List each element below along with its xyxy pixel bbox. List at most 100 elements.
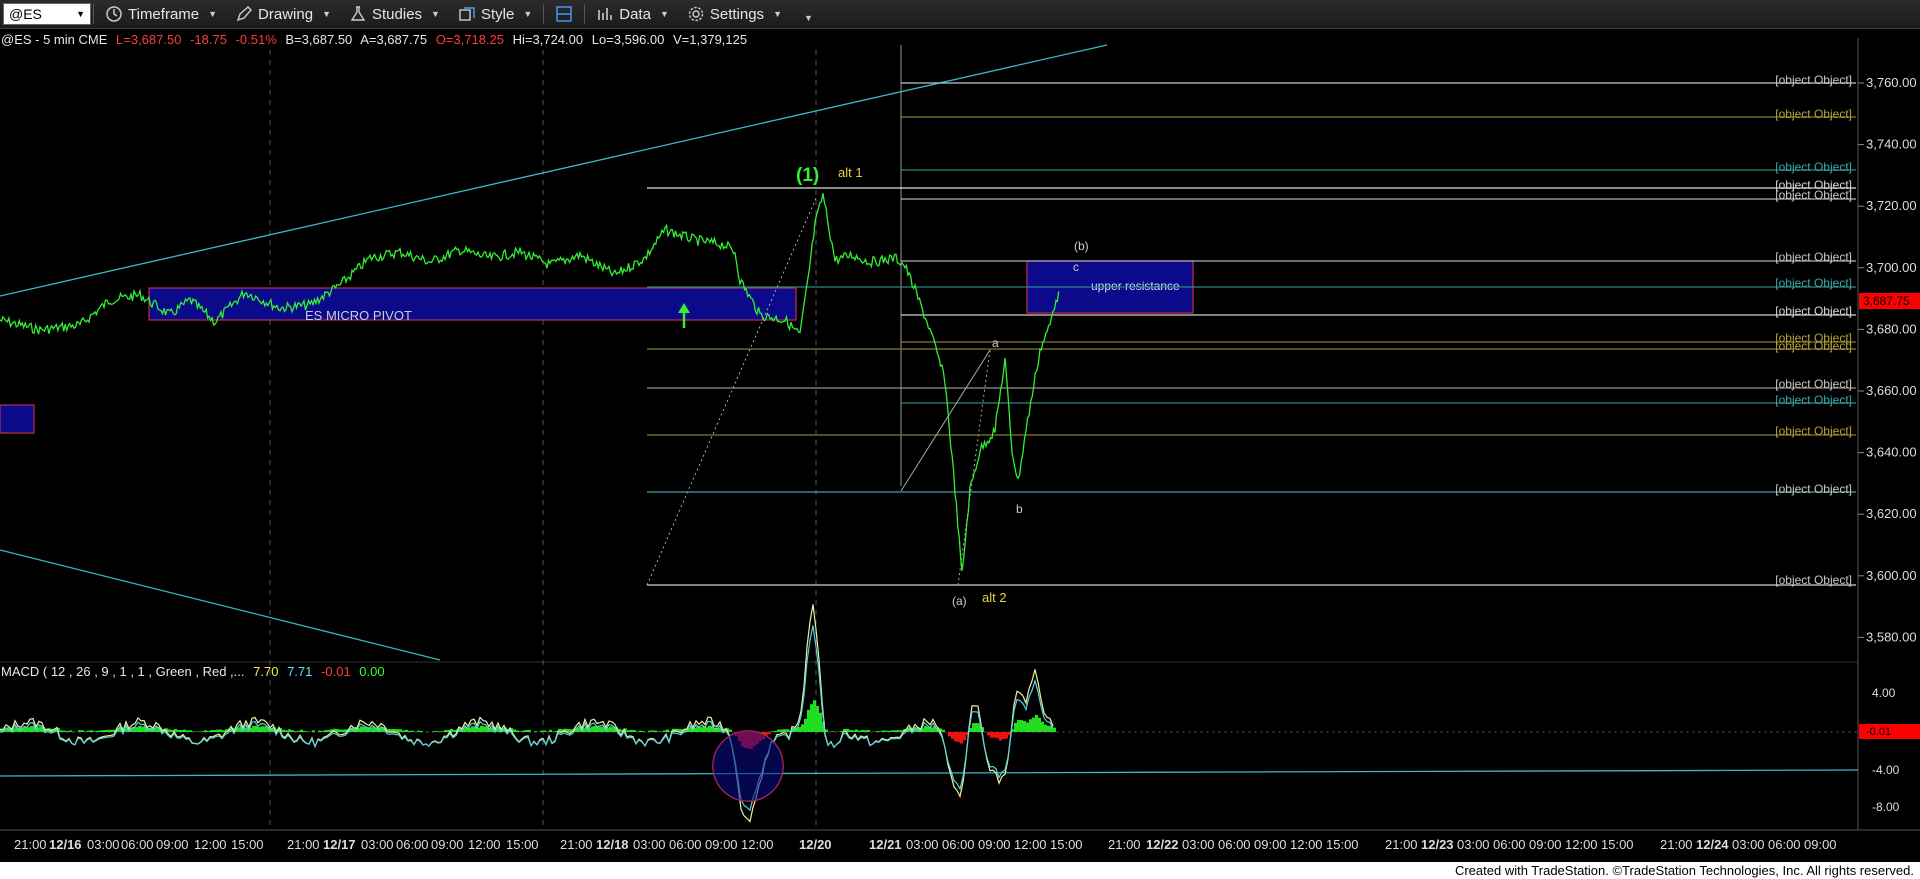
drawing-menu[interactable]: Drawing ▼ [226,0,340,29]
wave-b-label: b [1016,502,1023,516]
style-label: Style [480,5,515,23]
style-menu[interactable]: Style ▼ [449,0,541,29]
price-tick-label: 3,680.00 [1866,321,1917,336]
price-axis: 3,760.00 3,740.00 3,720.00 3,700.00 3,680.00… [1858,75,1917,644]
macd-line [0,604,1054,823]
time-tick-label: 12:00 [468,837,501,852]
time-axis: 21:00 12/16 03:00 06:00 09:00 12:00 15:00 21:00… [14,837,1837,852]
time-tick-label: 12/23 [1421,837,1454,852]
macd-title: MACD ( 12 , 26 , 9 , 1 , 1 , Green , Red… [1,664,245,679]
macd-value: 7.70 [253,664,279,679]
fibonacci-labels: [object Object] [object Object] [object Ob… [1775,73,1852,587]
settings-menu[interactable]: Settings ▼ [678,0,791,29]
time-tick-label: 15:00 [1601,837,1634,852]
caret-down-icon: ▼ [523,9,533,19]
time-tick-label: 12/16 [49,837,82,852]
time-tick-label: 06:00 [1768,837,1801,852]
time-tick-label: 12/21 [869,837,902,852]
layout-button[interactable] [546,0,582,29]
chevron-down-icon[interactable]: ▼ [76,9,85,19]
time-tick-label: 06:00 [669,837,702,852]
style-icon [459,7,475,21]
macd-trendline[interactable] [0,769,1859,777]
trendline-lower[interactable] [0,549,441,661]
symbol-quote-bar: @ES - 5 min CME L=3,687.50 -18.75 -0.51%… [1,32,752,47]
signal-value: 7.71 [287,664,313,679]
symbol-interval: @ES - 5 min CME [1,32,108,47]
time-tick-label: 12:00 [741,837,774,852]
more-menu[interactable]: ▼ [791,0,822,29]
fib-level-label: [object Object] [1775,304,1852,318]
fib-level-label: [object Object] [1775,160,1852,174]
left-zone-box[interactable] [0,404,35,434]
macd-header: MACD ( 12 , 26 , 9 , 1 , 1 , Green , Red… [1,664,390,679]
fib-level-label: [object Object] [1775,188,1852,202]
time-tick-label: 03:00 [906,837,939,852]
caret-down-icon: ▼ [773,9,782,19]
macd-tick-label: 4.00 [1872,686,1896,700]
toolbar-divider [584,4,586,24]
micro-pivot-label: ES MICRO PIVOT [305,308,412,323]
fib-level-label: [object Object] [1775,393,1852,407]
ask-price: A=3,687.75 [360,32,428,47]
timeframe-menu[interactable]: Timeframe ▼ [96,0,226,29]
price-tick-label: 3,740.00 [1866,137,1917,152]
diff-value: -0.01 [321,664,351,679]
price-series [0,193,1060,572]
low-price: Lo=3,596.00 [591,32,665,47]
time-tick-label: 09:00 [1529,837,1562,852]
pct-change: -0.51% [235,32,277,47]
time-tick-label: 12/24 [1696,837,1729,852]
studies-label: Studies [372,5,423,23]
time-tick-label: 09:00 [156,837,189,852]
footer-credit: Created with TradeStation. ©TradeStation… [0,862,1920,879]
caret-down-icon: ▼ [659,9,669,19]
high-price: Hi=3,724.00 [512,32,584,47]
settings-label: Settings [709,5,765,23]
alt2-label: alt 2 [982,590,1007,605]
time-tick-label: 06:00 [396,837,429,852]
caret-down-icon: ▼ [431,9,440,19]
time-tick-label: 21:00 [560,837,593,852]
time-tick-label: 06:00 [942,837,975,852]
chart-area[interactable]: ES MICRO PIVOT upper resistance [object … [0,30,1920,862]
bid-price: B=3,687.50 [285,32,353,47]
flask-icon [350,6,366,21]
time-tick-label: 12:00 [1565,837,1598,852]
time-tick-label: 03:00 [361,837,394,852]
macd-last-text: -0.01 [1866,726,1891,738]
net-change: -18.75 [190,32,227,47]
time-tick-label: 09:00 [978,837,1011,852]
drawing-label: Drawing [258,5,314,23]
time-tick-label: 15:00 [231,837,264,852]
last-price-text: 3,687.75 [1863,294,1910,308]
open-price: O=3,718.25 [435,32,504,47]
time-tick-label: 12:00 [1014,837,1047,852]
data-menu[interactable]: Data ▼ [587,0,678,29]
projection-line-2 [957,349,991,586]
time-tick-label: 03:00 [1182,837,1215,852]
studies-menu[interactable]: Studies ▼ [340,0,449,29]
time-tick-label: 09:00 [1804,837,1837,852]
layout-icon [556,6,572,22]
time-tick-label: 12:00 [194,837,227,852]
fibonacci-lines[interactable] [647,82,1856,586]
time-tick-label: 09:00 [705,837,738,852]
time-tick-label: 06:00 [121,837,154,852]
fib-level-label: [object Object] [1775,276,1852,290]
price-chart[interactable]: ES MICRO PIVOT upper resistance [object … [0,30,1920,862]
projection-line-3 [900,349,991,492]
time-tick-label: 15:00 [1326,837,1359,852]
wave-1-label: (1) [796,165,819,186]
symbol-selector[interactable]: @ES ▼ [3,3,91,25]
price-tick-label: 3,720.00 [1866,198,1917,213]
toolbar: @ES ▼ Timeframe ▼ Drawing ▼ Studies ▼ Style… [0,0,1920,29]
time-tick-label: 03:00 [1732,837,1765,852]
macd-axis: 4.00 -4.00 -8.00 [1872,686,1900,814]
fib-level-label: [object Object] [1775,424,1852,438]
fib-level-label: [object Object] [1775,73,1852,87]
time-tick-label: 12/22 [1146,837,1179,852]
fib-level-label: [object Object] [1775,339,1852,353]
pencil-icon [236,6,253,22]
wave-a-paren-label: (a) [952,594,967,608]
